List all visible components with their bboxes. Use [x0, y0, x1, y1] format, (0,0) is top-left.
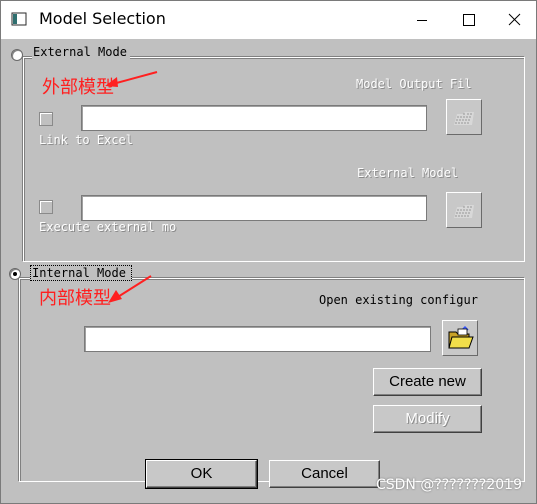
open-existing-config-label: Open existing configur: [319, 293, 478, 307]
minimize-icon: [417, 20, 427, 21]
model-selection-dialog: Model Selection External Mode Model Outp…: [0, 0, 537, 504]
watermark-text: CSDN @???????2019: [375, 477, 522, 493]
link-to-excel-checkbox[interactable]: [39, 112, 53, 126]
execute-external-checkbox[interactable]: [39, 200, 53, 214]
internal-mode-radio[interactable]: [9, 268, 21, 280]
external-mode-radio[interactable]: [11, 49, 23, 61]
external-mode-label: External Mode: [32, 45, 130, 59]
window-title: Model Selection: [39, 9, 166, 28]
model-output-file-label: Model Output Fil: [356, 77, 472, 91]
browse-file-icon: [454, 205, 474, 218]
ok-button[interactable]: OK: [145, 459, 258, 489]
create-new-button[interactable]: Create new: [373, 368, 482, 396]
config-path-input[interactable]: [84, 326, 431, 352]
modify-button[interactable]: Modify: [373, 405, 482, 433]
maximize-button[interactable]: [446, 1, 490, 39]
external-exec-input[interactable]: [81, 195, 427, 221]
browse-file-icon: [454, 112, 474, 125]
browse-external-model-button[interactable]: [446, 192, 482, 228]
execute-external-label: Execute external mo: [39, 220, 177, 234]
minimize-button[interactable]: [400, 1, 444, 39]
modify-label: Modify: [405, 410, 450, 427]
browse-output-file-button[interactable]: [446, 99, 482, 135]
ok-label: OK: [190, 465, 213, 482]
title-bar: Model Selection: [1, 1, 536, 39]
link-to-excel-label: Link to Excel: [39, 133, 133, 147]
open-folder-button[interactable]: [442, 320, 478, 356]
dialog-body: External Mode Model Output Fil Link to E…: [1, 39, 536, 503]
external-annotation-arrow: [105, 71, 158, 87]
external-model-label: External Model: [357, 166, 459, 180]
close-icon: [508, 13, 521, 26]
close-button[interactable]: [492, 1, 536, 39]
folder-open-icon: [448, 325, 474, 349]
cancel-button[interactable]: Cancel: [269, 460, 380, 488]
internal-model-annotation: 内部模型: [39, 288, 111, 309]
link-file-input[interactable]: [81, 105, 427, 131]
cancel-label: Cancel: [301, 465, 348, 482]
app-window-icon: [11, 12, 27, 26]
maximize-icon: [463, 14, 475, 26]
internal-annotation-arrow: [108, 275, 152, 303]
create-new-label: Create new: [389, 373, 466, 390]
radio-selected-dot: [13, 272, 17, 276]
